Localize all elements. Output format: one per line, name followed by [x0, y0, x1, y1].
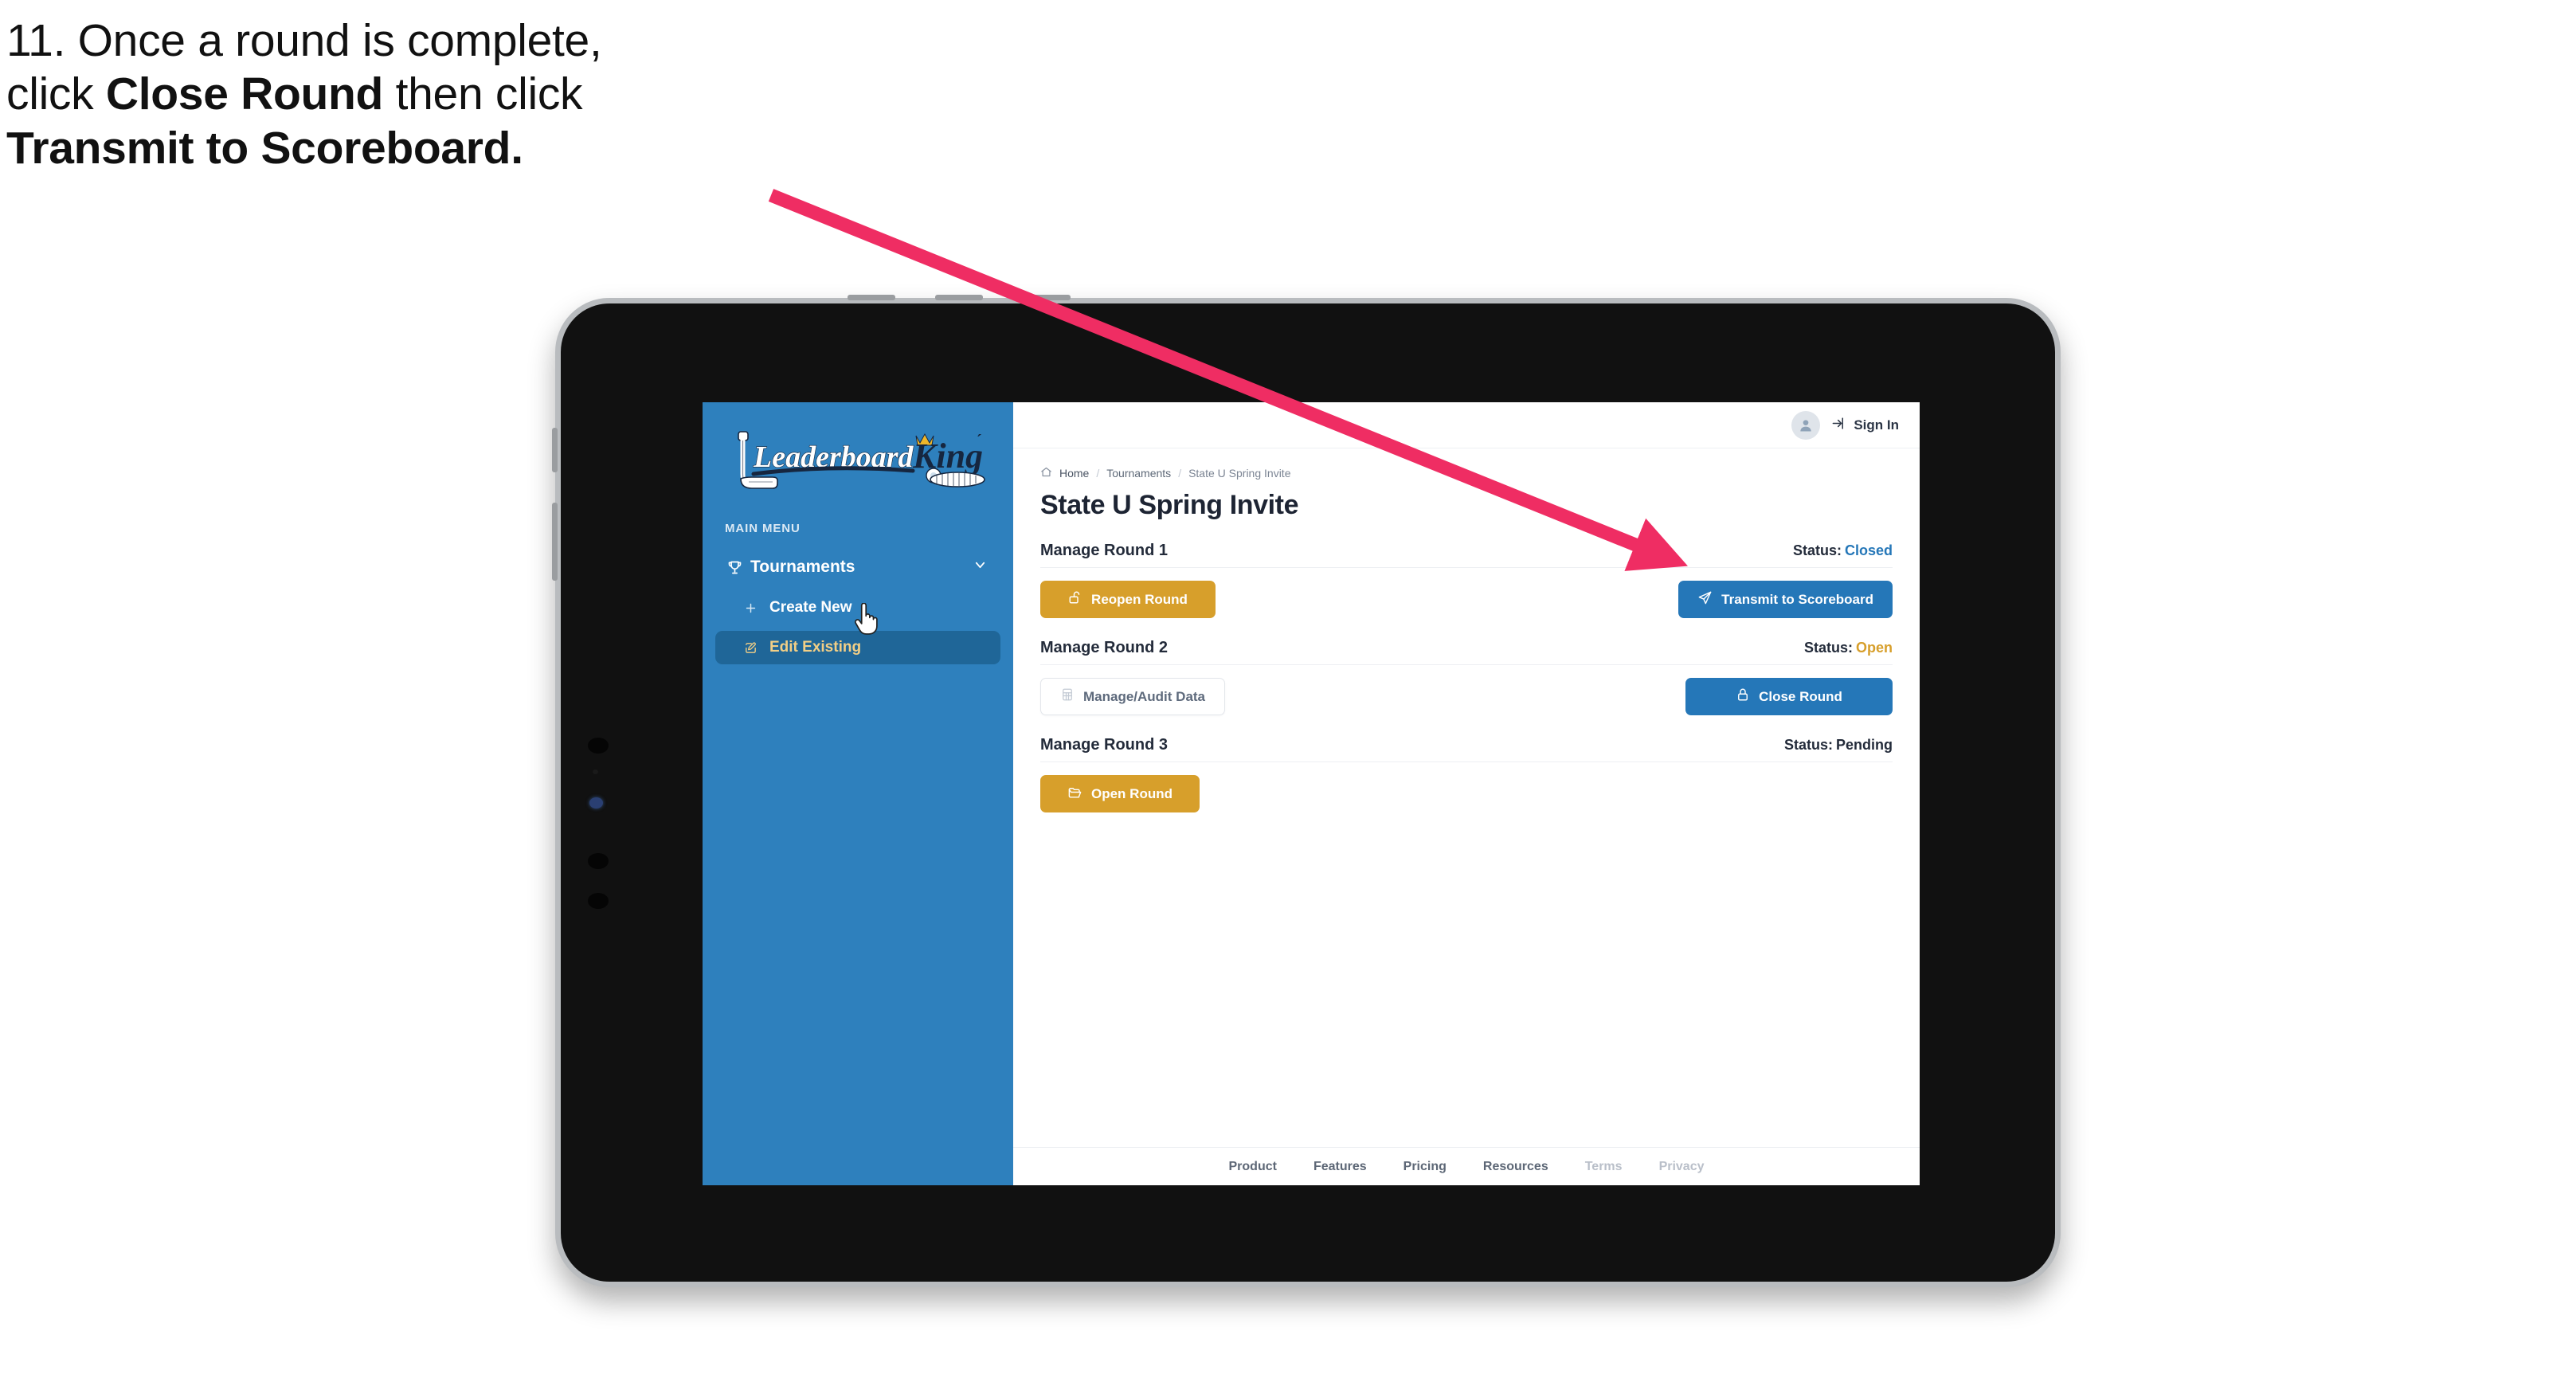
round-2-status-value: Open — [1855, 640, 1893, 656]
round-block-3: Manage Round 3 Status: Pending Open Round — [1040, 736, 1893, 812]
caption-line-3-bold: Transmit to Scoreboard. — [6, 122, 523, 174]
footer-link-product[interactable]: Product — [1229, 1160, 1277, 1174]
plus-icon — [744, 601, 769, 615]
bezel-camera-lens — [589, 797, 603, 808]
bezel-sensor-dot-1 — [588, 738, 609, 754]
tablet-screen: Leaderboard King ´ MAIN MENU Tournaments… — [703, 402, 1920, 1185]
caption-line-2-pre: click — [6, 69, 106, 120]
transmit-to-scoreboard-button[interactable]: Transmit to Scoreboard — [1678, 581, 1893, 618]
main-content: Sign In Home / Tournaments / State U Spr… — [1013, 402, 1920, 1185]
app-logo[interactable]: Leaderboard King ´ — [703, 420, 1013, 496]
home-icon[interactable] — [1040, 466, 1052, 480]
transmit-to-scoreboard-label: Transmit to Scoreboard — [1721, 591, 1873, 607]
screenshot-root: 11. Once a round is complete, click Clos… — [0, 0, 2576, 1386]
round-1-actions: Reopen Round Transmit to Scoreboard — [1040, 581, 1893, 618]
unlock-icon — [1068, 590, 1082, 609]
svg-text:´: ´ — [977, 432, 982, 449]
sidebar-item-tournaments-label: Tournaments — [750, 558, 855, 576]
sign-in-button[interactable]: Sign In — [1831, 416, 1899, 435]
round-3-status-label: Status: — [1783, 737, 1833, 753]
round-1-status-label: Status: — [1792, 542, 1842, 558]
lock-icon — [1736, 687, 1750, 706]
reopen-round-button[interactable]: Reopen Round — [1040, 581, 1216, 618]
footer-link-pricing[interactable]: Pricing — [1403, 1160, 1447, 1174]
tablet-top-button-3 — [1023, 295, 1071, 300]
round-3-status: Status: Pending — [1784, 737, 1893, 754]
bezel-sensor-dot-3 — [588, 853, 609, 869]
round-block-1: Manage Round 1 Status: Closed Reopen Roun… — [1040, 542, 1893, 618]
close-round-label: Close Round — [1759, 688, 1842, 704]
footer-link-resources[interactable]: Resources — [1483, 1160, 1548, 1174]
round-2-status: Status: Open — [1804, 640, 1893, 656]
trophy-icon — [726, 559, 750, 576]
round-1-status: Status: Closed — [1793, 542, 1893, 559]
round-3-actions: Open Round — [1040, 775, 1893, 812]
close-round-button[interactable]: Close Round — [1685, 678, 1893, 715]
manage-audit-data-button[interactable]: Manage/Audit Data — [1040, 678, 1226, 715]
round-1-title: Manage Round 1 — [1040, 542, 1169, 559]
round-1-header: Manage Round 1 Status: Closed — [1040, 542, 1893, 568]
tablet-volume-up-button — [552, 428, 558, 472]
round-3-header: Manage Round 3 Status: Pending — [1040, 736, 1893, 762]
round-3-title: Manage Round 3 — [1040, 736, 1169, 754]
edit-square-icon — [744, 641, 769, 655]
page-title: State U Spring Invite — [1040, 490, 1299, 520]
tablet-top-button-1 — [848, 295, 895, 300]
sign-in-label: Sign In — [1854, 417, 1899, 433]
round-1-status-value: Closed — [1844, 542, 1893, 558]
leaderboard-king-logo-icon: Leaderboard King ´ — [738, 431, 985, 489]
round-2-header: Manage Round 2 Status: Open — [1040, 639, 1893, 665]
caption-line-1: 11. Once a round is complete, — [6, 15, 602, 66]
round-2-title: Manage Round 2 — [1040, 639, 1169, 656]
tablet-volume-down-button — [552, 503, 558, 581]
breadcrumb-item-tournaments[interactable]: Tournaments — [1106, 467, 1171, 480]
footer-link-features[interactable]: Features — [1313, 1160, 1367, 1174]
sidebar-item-create-new-label: Create New — [769, 599, 852, 616]
breadcrumb-separator-2: / — [1178, 467, 1182, 480]
sidebar-section-label: MAIN MENU — [725, 522, 801, 535]
bezel-sensor-dot-4 — [588, 893, 609, 909]
user-avatar-icon[interactable] — [1791, 410, 1821, 440]
open-round-button[interactable]: Open Round — [1040, 775, 1200, 812]
sidebar-item-edit-existing[interactable]: Edit Existing — [715, 631, 1000, 664]
breadcrumb-item-home[interactable]: Home — [1059, 467, 1089, 480]
round-2-status-label: Status: — [1803, 640, 1853, 656]
paper-plane-icon — [1697, 590, 1713, 609]
sidebar: Leaderboard King ´ MAIN MENU Tournaments… — [703, 402, 1013, 1185]
breadcrumb: Home / Tournaments / State U Spring Invi… — [1040, 466, 1893, 480]
caption-line-2: click Close Round then click — [6, 68, 867, 121]
chevron-down-icon[interactable] — [973, 558, 988, 578]
footer-link-privacy[interactable]: Privacy — [1659, 1160, 1705, 1174]
instruction-caption: 11. Once a round is complete, click Clos… — [6, 14, 867, 175]
footer: Product Features Pricing Resources Terms… — [1013, 1147, 1920, 1185]
top-bar: Sign In — [1013, 402, 1920, 448]
manage-audit-data-label: Manage/Audit Data — [1083, 688, 1206, 704]
folder-open-icon — [1067, 785, 1082, 804]
breadcrumb-item-current: State U Spring Invite — [1188, 467, 1291, 480]
open-round-label: Open Round — [1091, 785, 1173, 801]
caption-line-2-post: then click — [383, 69, 583, 120]
tablet-top-button-2 — [935, 295, 983, 300]
page-content: Home / Tournaments / State U Spring Invi… — [1013, 448, 1920, 1147]
round-2-actions: Manage/Audit Data Close Round — [1040, 678, 1893, 715]
sidebar-item-create-new[interactable]: Create New — [715, 591, 1000, 624]
breadcrumb-separator-1: / — [1096, 467, 1100, 480]
reopen-round-label: Reopen Round — [1091, 591, 1188, 607]
grid-table-icon — [1060, 687, 1075, 706]
svg-text:King: King — [912, 437, 983, 476]
round-block-2: Manage Round 2 Status: Open Manage/Audit … — [1040, 639, 1893, 715]
sidebar-item-edit-existing-label: Edit Existing — [769, 639, 862, 656]
bezel-sensor-dot-2 — [593, 769, 598, 774]
footer-link-terms[interactable]: Terms — [1585, 1160, 1623, 1174]
caption-line-3: Transmit to Scoreboard. — [6, 122, 867, 175]
sidebar-item-tournaments[interactable]: Tournaments — [715, 550, 1000, 585]
sign-in-arrow-icon — [1831, 416, 1846, 435]
caption-line-2-bold: Close Round — [105, 69, 384, 120]
round-3-status-value: Pending — [1836, 737, 1893, 753]
tablet-device-frame: Leaderboard King ´ MAIN MENU Tournaments… — [552, 295, 2061, 1287]
